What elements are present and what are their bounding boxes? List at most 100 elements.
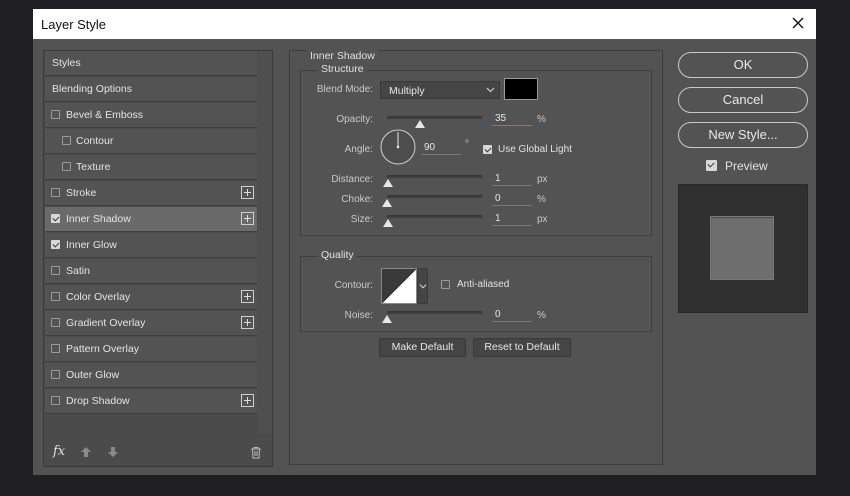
quality-title: Quality <box>318 249 357 261</box>
anti-aliased-label: Anti-aliased <box>457 279 510 290</box>
sidebar-item-blending-options[interactable]: Blending Options <box>45 77 257 102</box>
dialog-title: Layer Style <box>41 17 107 32</box>
choke-input[interactable]: 0 <box>492 192 532 206</box>
satin-checkbox[interactable] <box>51 266 60 275</box>
blend-mode-select[interactable]: Multiply <box>380 81 500 99</box>
quality-group: Quality Contour: Anti-aliased Noise: 0 % <box>300 249 652 332</box>
sidebar-item-label: Bevel & Emboss <box>66 109 144 121</box>
title-bar: Layer Style <box>33 9 816 39</box>
use-global-light-checkbox[interactable] <box>483 145 492 154</box>
choke-slider[interactable] <box>382 195 482 207</box>
add-drop-shadow-icon[interactable] <box>241 394 254 407</box>
preview-checkbox[interactable] <box>706 160 717 171</box>
outer-glow-checkbox[interactable] <box>51 370 60 379</box>
close-icon[interactable] <box>788 13 808 33</box>
sidebar-item-inner-glow[interactable]: Inner Glow <box>45 233 257 258</box>
gradient-overlay-checkbox[interactable] <box>51 318 60 327</box>
sidebar-item-texture[interactable]: Texture <box>45 155 257 180</box>
bevel-emboss-checkbox[interactable] <box>51 110 60 119</box>
size-slider[interactable] <box>383 215 482 227</box>
distance-slider[interactable] <box>383 175 482 187</box>
contour-checkbox[interactable] <box>62 136 71 145</box>
sidebar-item-inner-shadow[interactable]: Inner Shadow <box>45 207 257 232</box>
sidebar-item-label: Texture <box>76 161 111 173</box>
distance-slider-thumb[interactable] <box>383 179 393 187</box>
add-gradient-overlay-icon[interactable] <box>241 316 254 329</box>
size-label: Size: <box>350 214 373 225</box>
style-preview <box>678 184 808 313</box>
angle-label: Angle: <box>344 144 373 155</box>
sidebar-item-label: Contour <box>76 135 114 147</box>
make-default-button[interactable]: Make Default <box>379 338 466 357</box>
pattern-overlay-checkbox[interactable] <box>51 344 60 353</box>
stroke-checkbox[interactable] <box>51 188 60 197</box>
styles-list-scrollbar[interactable] <box>258 51 272 433</box>
contour-label: Contour: <box>334 280 373 291</box>
size-slider-thumb[interactable] <box>383 219 393 227</box>
add-stroke-icon[interactable] <box>241 186 254 199</box>
contour-dropdown[interactable] <box>417 268 428 304</box>
trash-icon[interactable] <box>250 446 262 459</box>
sidebar-item-contour[interactable]: Contour <box>45 129 257 154</box>
sidebar-item-styles[interactable]: Styles <box>45 51 257 76</box>
structure-group: Structure Blend Mode: Multiply Opacity: … <box>300 63 652 236</box>
opacity-label: Opacity: <box>336 114 373 125</box>
distance-input[interactable]: 1 <box>492 172 532 186</box>
preview-swatch <box>710 216 774 280</box>
choke-slider-thumb[interactable] <box>382 199 392 207</box>
degree-unit: ° <box>465 139 469 150</box>
angle-input[interactable]: 90 <box>421 141 461 155</box>
choke-label: Choke: <box>341 194 373 205</box>
sidebar-item-label: Satin <box>66 265 90 277</box>
blend-mode-label: Blend Mode: <box>316 84 373 95</box>
reset-to-default-button[interactable]: Reset to Default <box>473 338 571 357</box>
distance-unit: px <box>537 174 548 185</box>
noise-slider[interactable] <box>382 311 482 323</box>
noise-input[interactable]: 0 <box>492 308 532 322</box>
drop-shadow-checkbox[interactable] <box>51 396 60 405</box>
sidebar-item-pattern-overlay[interactable]: Pattern Overlay <box>45 337 257 362</box>
opacity-slider-thumb[interactable] <box>415 120 426 128</box>
cancel-button[interactable]: Cancel <box>678 87 808 113</box>
angle-dial[interactable] <box>379 128 417 166</box>
blend-mode-value: Multiply <box>389 85 425 97</box>
new-style-button[interactable]: New Style... <box>678 122 808 148</box>
add-inner-shadow-icon[interactable] <box>241 212 254 225</box>
ok-button[interactable]: OK <box>678 52 808 78</box>
texture-checkbox[interactable] <box>62 162 71 171</box>
sidebar-item-label: Outer Glow <box>66 369 120 381</box>
inner-shadow-checkbox[interactable] <box>51 214 60 223</box>
sidebar-item-stroke[interactable]: Stroke <box>45 181 257 206</box>
add-color-overlay-icon[interactable] <box>241 290 254 303</box>
sidebar-item-label: Drop Shadow <box>66 395 130 407</box>
sidebar-item-gradient-overlay[interactable]: Gradient Overlay <box>45 311 257 336</box>
anti-aliased-checkbox[interactable] <box>441 280 450 289</box>
contour-preview[interactable] <box>381 268 417 304</box>
layer-style-dialog: Layer Style Styles Blending Options Beve… <box>32 8 817 476</box>
sidebar-item-drop-shadow[interactable]: Drop Shadow <box>45 389 257 414</box>
inner-glow-checkbox[interactable] <box>51 240 60 249</box>
choke-unit: % <box>537 194 546 205</box>
sidebar-item-color-overlay[interactable]: Color Overlay <box>45 285 257 310</box>
noise-unit: % <box>537 310 546 321</box>
distance-label: Distance: <box>331 174 373 185</box>
use-global-light-label: Use Global Light <box>498 144 572 155</box>
move-down-icon[interactable] <box>107 446 119 458</box>
fx-icon[interactable]: fx <box>53 444 65 459</box>
size-input[interactable]: 1 <box>492 212 532 226</box>
inner-shadow-settings: Inner Shadow Structure Blend Mode: Multi… <box>289 50 663 465</box>
sidebar-item-label: Stroke <box>66 187 97 199</box>
move-up-icon[interactable] <box>80 446 92 458</box>
shadow-color-swatch[interactable] <box>504 78 538 100</box>
sidebar-item-outer-glow[interactable]: Outer Glow <box>45 363 257 388</box>
color-overlay-checkbox[interactable] <box>51 292 60 301</box>
noise-slider-thumb[interactable] <box>382 315 392 323</box>
sidebar-item-bevel-emboss[interactable]: Bevel & Emboss <box>45 103 257 128</box>
sidebar-item-satin[interactable]: Satin <box>45 259 257 284</box>
sidebar-item-label: Inner Shadow <box>66 213 131 225</box>
sidebar-item-label: Inner Glow <box>66 239 117 251</box>
preview-label: Preview <box>725 159 768 173</box>
sidebar-item-label: Pattern Overlay <box>66 343 139 355</box>
opacity-slider[interactable] <box>387 116 482 128</box>
opacity-input[interactable]: 35 <box>492 112 532 126</box>
